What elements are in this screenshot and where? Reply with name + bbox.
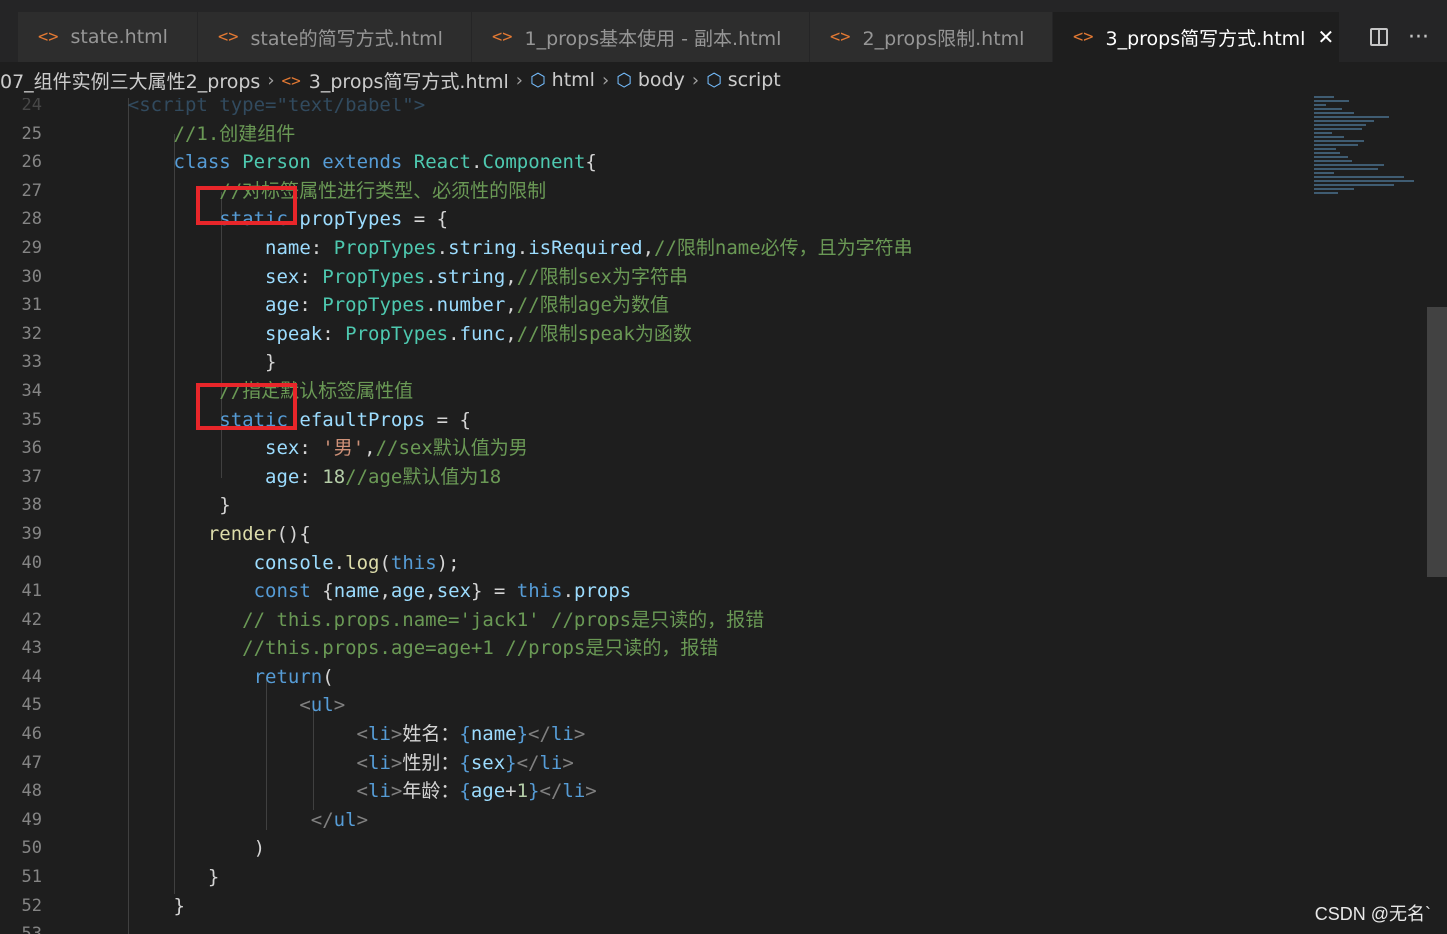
tab-label: state.html: [70, 26, 168, 48]
code-line: name: PropTypes.string.isRequired,//限制na…: [265, 236, 913, 259]
line-number: 46: [21, 724, 42, 745]
line-number: 44: [21, 666, 42, 687]
editor-actions: ···: [1370, 12, 1429, 62]
html-file-icon: <>: [218, 27, 239, 47]
breadcrumb: 07_组件实例三大属性2_props › <> 3_props简写方式.html…: [0, 62, 1447, 98]
tab-label: 3_props简写方式.html: [1105, 27, 1306, 50]
tab-label: state的简写方式.html: [250, 27, 443, 50]
code-line: }: [207, 866, 220, 889]
line-number: 51: [21, 867, 42, 888]
line-number: 41: [21, 581, 42, 602]
html-file-icon: <>: [38, 27, 59, 47]
breadcrumb-html[interactable]: html: [552, 69, 595, 91]
line-number: 33: [21, 352, 42, 373]
line-number: 36: [21, 438, 42, 459]
code-line: class Person extends React.Component{: [173, 151, 597, 174]
tab-label: 1_props基本使用 - 副本.html: [524, 27, 782, 50]
line-number: 34: [21, 380, 42, 401]
line-number: 29: [21, 237, 42, 258]
tab-props-shorthand[interactable]: <> 3_props简写方式.html ✕: [1053, 12, 1340, 62]
breadcrumb-file[interactable]: 3_props简写方式.html: [309, 67, 509, 94]
chevron-right-icon: ›: [601, 69, 610, 91]
code-line: age: 18//age默认值为18: [265, 465, 502, 488]
html-file-icon: <>: [281, 70, 301, 90]
highlight-box-defaultprops: [196, 383, 297, 430]
html-file-icon: <>: [1073, 27, 1094, 47]
line-number: 45: [21, 695, 42, 716]
breadcrumb-body[interactable]: body: [638, 69, 685, 91]
breadcrumb-script[interactable]: script: [728, 69, 781, 91]
line-number: 52: [21, 895, 42, 916]
html-file-icon: <>: [830, 27, 851, 47]
code-line: //1.创建组件: [173, 122, 296, 145]
minimap[interactable]: [1314, 96, 1426, 236]
line-number: 38: [21, 495, 42, 516]
code-line: sex: '男',//sex默认值为男: [265, 437, 528, 460]
chevron-right-icon: ›: [691, 69, 700, 91]
scrollbar-thumb[interactable]: [1427, 307, 1447, 577]
code-line: <li>性别：{sex}</li>: [356, 751, 574, 774]
symbol-element-icon: ⬡: [706, 69, 722, 91]
chevron-right-icon: ›: [515, 69, 523, 91]
close-icon[interactable]: ✕: [1317, 25, 1334, 49]
line-number: 25: [21, 123, 42, 144]
code-line: </ul>: [310, 808, 369, 831]
code-line: <script type="text/babel">: [127, 98, 426, 116]
line-number: 43: [21, 638, 42, 659]
symbol-element-icon: ⬡: [616, 69, 632, 91]
code-line: <li>姓名：{name}</li>: [356, 723, 586, 746]
tab-props-basic-copy[interactable]: <> 1_props基本使用 - 副本.html: [472, 12, 810, 62]
line-number: 40: [21, 552, 42, 573]
line-number: 37: [21, 466, 42, 487]
tab-label: 2_props限制.html: [862, 27, 1025, 50]
code-line: }: [173, 894, 185, 917]
line-number: 53: [0, 920, 64, 934]
line-number: 47: [21, 752, 42, 773]
line-number-gutter: 24 25 26 27 28 29 30 31 32 33 34 35 36 3…: [0, 98, 64, 934]
watermark: CSDN @无名`: [1314, 904, 1431, 924]
line-number: 39: [21, 523, 42, 544]
more-actions-icon[interactable]: ···: [1408, 25, 1429, 50]
line-number: 32: [21, 323, 42, 344]
line-number: 30: [21, 266, 42, 287]
line-number: 26: [21, 152, 42, 173]
tab-state-shorthand[interactable]: <> state的简写方式.html: [198, 12, 472, 62]
code-line: render(){: [207, 522, 311, 545]
symbol-element-icon: ⬡: [529, 69, 546, 91]
line-number: 28: [21, 209, 42, 230]
code-line: console.log(this);: [253, 551, 460, 574]
line-number: 50: [21, 838, 42, 859]
split-editor-icon[interactable]: [1370, 28, 1389, 46]
code-line: }: [265, 351, 277, 374]
line-number: 48: [21, 781, 42, 802]
tab-state-html[interactable]: <> state.html: [18, 12, 198, 62]
code-line: age: PropTypes.number,//限制age为数值: [265, 294, 669, 317]
line-number: 49: [21, 809, 42, 830]
chevron-right-icon: ›: [267, 69, 275, 91]
code-line: speak: PropTypes.func,//限制speak为函数: [265, 322, 692, 345]
code-line: //this.props.age=age+1 //props是只读的，报错: [242, 637, 719, 660]
code-line: <li>年龄：{age+1}</li>: [356, 780, 597, 803]
breadcrumb-folder[interactable]: 07_组件实例三大属性2_props: [0, 67, 260, 94]
line-number: 35: [21, 409, 42, 430]
code-line: <ul>: [299, 694, 346, 717]
code-editor[interactable]: 24 25 26 27 28 29 30 31 32 33 34 35 36 3…: [0, 98, 1428, 934]
code-line: const {name,age,sex} = this.props: [253, 580, 632, 603]
editor-tab-bar: <> state.html <> state的简写方式.html <> 1_pr…: [0, 0, 1447, 62]
line-number: 27: [21, 180, 42, 201]
code-line: // this.props.name='jack1' //props是只读的，报…: [242, 608, 765, 631]
tab-props-limit[interactable]: <> 2_props限制.html: [810, 12, 1053, 62]
code-line: return(: [253, 665, 334, 688]
line-number: 31: [21, 295, 42, 316]
html-file-icon: <>: [492, 27, 513, 47]
code-line: }: [219, 494, 231, 517]
code-line: ): [253, 837, 266, 860]
highlight-box-proptypes: [196, 186, 297, 225]
line-number: 42: [21, 609, 42, 630]
code-line: sex: PropTypes.string,//限制sex为字符串: [265, 265, 688, 288]
